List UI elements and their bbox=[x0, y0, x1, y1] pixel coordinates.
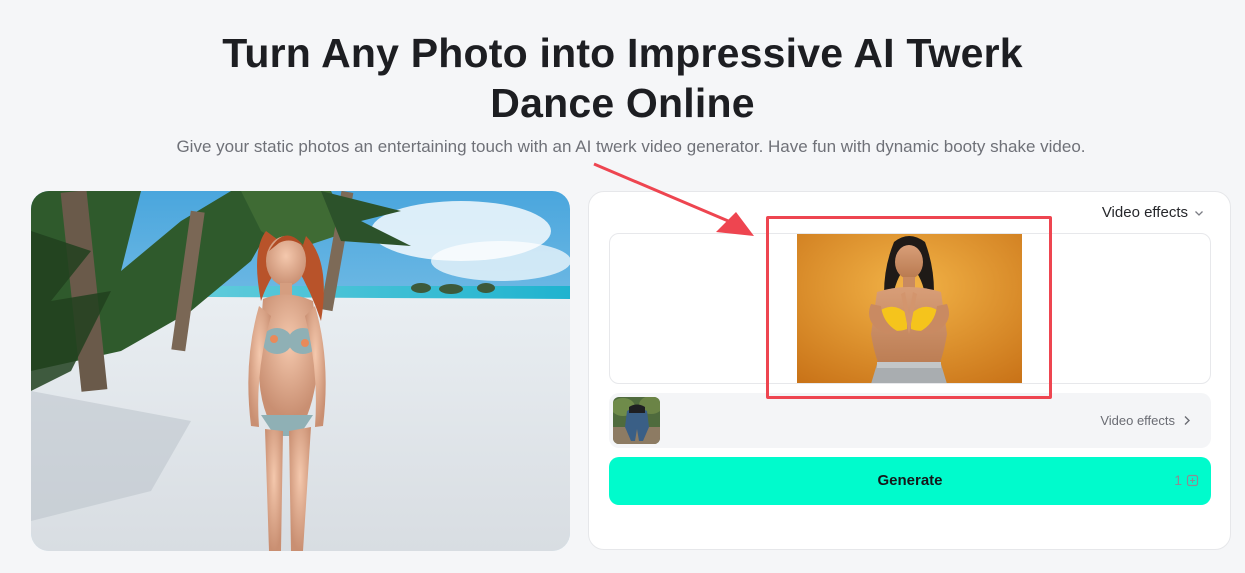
page-title: Turn Any Photo into Impressive AI Twerk … bbox=[0, 28, 1245, 128]
example-preview-image bbox=[31, 191, 570, 551]
page-title-line-2: Dance Online bbox=[490, 80, 755, 126]
video-effects-link-label: Video effects bbox=[1100, 413, 1175, 428]
uploaded-photo bbox=[797, 234, 1022, 383]
credit-cost-value: 1 bbox=[1174, 472, 1182, 488]
video-effects-link[interactable]: Video effects bbox=[1100, 413, 1191, 428]
page-title-line-1: Turn Any Photo into Impressive AI Twerk bbox=[222, 30, 1023, 76]
effect-thumbnail bbox=[613, 397, 660, 444]
credit-cost: 1 bbox=[1174, 472, 1199, 488]
generate-button[interactable]: Generate 1 bbox=[609, 457, 1211, 505]
video-effects-dropdown[interactable]: Video effects bbox=[1102, 204, 1204, 221]
photo-upload-area[interactable] bbox=[609, 233, 1211, 384]
generator-panel: Video effects Video effects Generate 1 bbox=[588, 191, 1231, 550]
video-effects-dropdown-label: Video effects bbox=[1101, 204, 1188, 221]
chevron-down-icon bbox=[1195, 210, 1203, 216]
selected-effect-row[interactable]: Video effects bbox=[609, 393, 1211, 448]
page-subtitle: Give your static photos an entertaining … bbox=[176, 137, 1086, 156]
generate-button-label: Generate bbox=[877, 472, 943, 489]
chevron-right-icon bbox=[1184, 416, 1190, 425]
credit-icon bbox=[1186, 474, 1199, 486]
